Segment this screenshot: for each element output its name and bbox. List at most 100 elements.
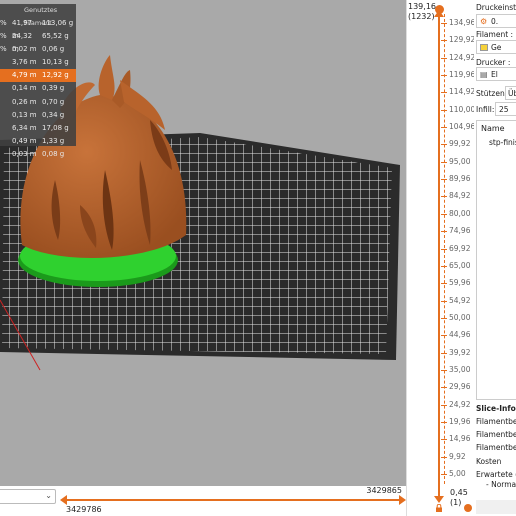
layer-tick-mark bbox=[441, 127, 447, 129]
layer-tick-label: 95,00 bbox=[449, 156, 471, 166]
layer-tick-label: 69,92 bbox=[449, 243, 471, 253]
layer-tick-label: 134,96 bbox=[449, 18, 476, 27]
legend-row: 0,26 m 0,70 g bbox=[0, 96, 76, 109]
slice-info-row: Erwartete ( bbox=[476, 470, 516, 479]
lock-icon[interactable] bbox=[435, 504, 443, 512]
layer-tick-mark bbox=[441, 179, 447, 181]
layer-tick-mark bbox=[441, 335, 447, 337]
print-settings-label: Druckeinste bbox=[476, 3, 516, 12]
layer-tick-mark bbox=[441, 300, 447, 302]
vertical-slider-track[interactable] bbox=[438, 14, 440, 498]
slider-down-arrow-icon[interactable] bbox=[434, 496, 444, 503]
layer-top-height: 139,16 bbox=[408, 2, 436, 11]
layer-top-number: (1232) bbox=[408, 12, 435, 21]
layer-tick-label: 35,00 bbox=[449, 364, 471, 374]
layer-tick-mark bbox=[441, 109, 447, 111]
legend-weight: 0,08 g bbox=[42, 149, 65, 158]
infill-value: 25 bbox=[499, 105, 509, 114]
legend-weight: 0,34 g bbox=[42, 110, 65, 119]
horizontal-slider-left-value: 3429786 bbox=[66, 505, 102, 514]
printer-select[interactable]: ▤ El bbox=[476, 67, 516, 81]
layer-tick-label: 44,96 bbox=[449, 330, 471, 340]
slice-info-row: Filamentbe bbox=[476, 430, 516, 439]
layer-tick-mark bbox=[441, 387, 447, 389]
layer-tick-mark bbox=[441, 352, 447, 354]
gear-icon: ⚙ bbox=[480, 17, 488, 26]
export-button[interactable] bbox=[476, 500, 516, 514]
legend-weight: 17,08 g bbox=[42, 123, 69, 132]
layer-tick-mark bbox=[441, 369, 447, 371]
filament-color-icon bbox=[480, 44, 488, 51]
legend-row: 3,76 m 10,13 g bbox=[0, 56, 76, 69]
print-settings-select[interactable]: ⚙ 0. bbox=[476, 14, 516, 28]
legend-header: Genutztes Filament bbox=[24, 6, 58, 27]
layer-tick-label: 54,92 bbox=[449, 295, 471, 305]
printer-icon: ▤ bbox=[480, 70, 488, 79]
top-handle-icon[interactable] bbox=[435, 5, 444, 14]
supports-label: Stützen: bbox=[476, 89, 508, 98]
layer-tick-label: 99,92 bbox=[449, 139, 471, 149]
layer-tick-mark bbox=[441, 161, 447, 163]
layer-tick-mark bbox=[441, 248, 447, 250]
layer-tick-label: 9,92 bbox=[449, 451, 466, 461]
infill-input[interactable]: 25 bbox=[495, 102, 516, 116]
layer-tick-mark bbox=[441, 75, 447, 77]
horizontal-move-slider[interactable]: 3429865 3429786 bbox=[60, 486, 406, 516]
legend-pct: % bbox=[0, 45, 7, 54]
layer-tick-label: 104,96 bbox=[449, 122, 476, 132]
legend-length: 0,14 m bbox=[12, 84, 37, 93]
slider-left-arrow-icon[interactable] bbox=[60, 495, 67, 505]
layer-tick-label: 19,96 bbox=[449, 416, 471, 426]
layer-tick-label: 129,92 bbox=[449, 35, 476, 45]
layer-tick-label: 84,92 bbox=[449, 191, 471, 201]
printer-label: Drucker : bbox=[476, 58, 511, 67]
vertical-layer-slider[interactable]: 139,16 (1232) 134,96 129,92 124,92 119,96 11… bbox=[406, 0, 476, 516]
legend-length: 6,34 m bbox=[12, 123, 37, 132]
view-select[interactable]: ⌄ bbox=[0, 489, 56, 504]
supports-select[interactable]: Üb bbox=[505, 86, 516, 100]
legend-weight: 12,92 g bbox=[42, 71, 69, 80]
object-list-item[interactable]: stp-finis bbox=[489, 138, 516, 147]
filament-value: Ge bbox=[491, 43, 502, 52]
filament-select[interactable]: Ge bbox=[476, 40, 516, 54]
legend-length: 0,49 m bbox=[12, 136, 37, 145]
legend-length: 3,76 m bbox=[12, 58, 37, 67]
slice-info-sub: - Normal bbox=[486, 480, 516, 489]
bottom-bar: ⌄ 3429865 3429786 bbox=[0, 486, 406, 516]
supports-value: Üb bbox=[508, 89, 516, 98]
legend-length: 0,26 m bbox=[12, 97, 37, 106]
layer-tick-mark bbox=[441, 40, 447, 42]
settings-panel: Druckeinste ⚙ 0. Filament : Ge Drucker :… bbox=[474, 0, 516, 516]
slider-right-arrow-icon[interactable] bbox=[399, 495, 406, 505]
slice-info-row: Filamentbe bbox=[476, 417, 516, 426]
horizontal-slider-track[interactable] bbox=[64, 499, 402, 501]
layer-tick-label: 5,00 bbox=[449, 469, 466, 478]
layer-tick-mark bbox=[441, 404, 447, 406]
layer-tick-mark bbox=[441, 144, 447, 146]
bottom-handle-icon[interactable] bbox=[464, 504, 472, 512]
layer-tick-label: 65,00 bbox=[449, 260, 471, 270]
layer-tick-label: 89,96 bbox=[449, 174, 471, 184]
3d-viewport[interactable]: Genutztes Filament % 41,97 m 113,06 g% 24,3… bbox=[0, 0, 406, 486]
printer-value: El bbox=[491, 70, 498, 79]
layer-tick-label: 124,92 bbox=[449, 52, 476, 62]
layer-tick-mark bbox=[441, 23, 447, 24]
layer-bottom-height: 0,45 bbox=[450, 488, 468, 497]
layer-tick-label: 114,92 bbox=[449, 87, 476, 97]
layer-tick-label: 39,92 bbox=[449, 347, 471, 357]
layer-tick-label: 29,96 bbox=[449, 382, 471, 392]
horizontal-slider-right-value: 3429865 bbox=[366, 486, 402, 495]
legend-length: 0,03 m bbox=[12, 149, 37, 158]
layer-tick-label: 50,00 bbox=[449, 312, 471, 322]
object-list[interactable]: Name stp-finis bbox=[476, 120, 516, 400]
legend-row: 0,13 m 0,34 g bbox=[0, 109, 76, 122]
object-list-header: Name bbox=[481, 124, 505, 133]
legend-row: 0,03 m 0,08 g bbox=[0, 148, 76, 161]
legend-weight: 0,39 g bbox=[42, 84, 65, 93]
layer-tick-mark bbox=[441, 265, 447, 267]
filament-label: Filament : bbox=[476, 30, 514, 39]
layer-tick-label: 119,96 bbox=[449, 70, 476, 80]
layer-tick-mark bbox=[441, 213, 447, 215]
legend-row: 0,14 m 0,39 g bbox=[0, 82, 76, 95]
print-settings-value: 0. bbox=[491, 17, 499, 26]
